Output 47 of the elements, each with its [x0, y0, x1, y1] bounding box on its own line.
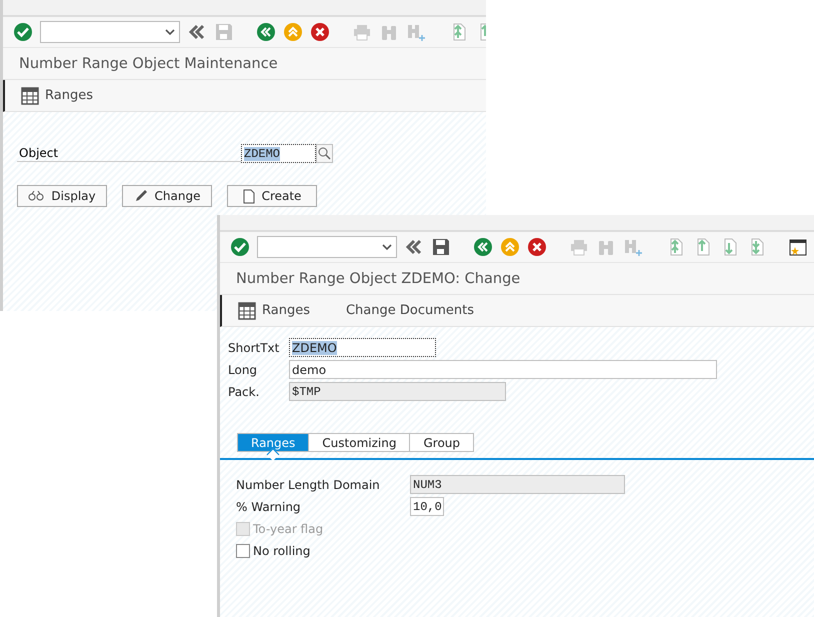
up-icon[interactable]: [283, 22, 303, 42]
back-icon[interactable]: [256, 22, 276, 42]
table-icon: [238, 302, 256, 320]
object-field[interactable]: ZDEMO: [241, 144, 316, 163]
toolbar-button[interactable]: Ranges: [21, 86, 93, 104]
field-label: ShortTxt: [228, 340, 280, 354]
field-label: Pack.: [228, 384, 260, 398]
printer-icon[interactable]: [569, 237, 589, 257]
back-icon[interactable]: [473, 237, 493, 257]
push-button[interactable]: Display: [17, 185, 107, 207]
binoculars-plus-icon[interactable]: [623, 237, 643, 257]
input-field[interactable]: demo: [289, 360, 717, 379]
pencil-icon: [134, 189, 148, 203]
new-window-icon[interactable]: [788, 237, 808, 257]
toolbar-button[interactable]: Change Documents: [346, 303, 474, 318]
command-field[interactable]: [257, 236, 397, 258]
binoculars-plus-icon[interactable]: [406, 22, 426, 42]
field-label: Long: [228, 362, 258, 376]
toolbar-button[interactable]: Ranges: [238, 302, 310, 320]
search-help-button[interactable]: [316, 144, 333, 163]
tab[interactable]: Group: [409, 433, 474, 452]
document-icon: [242, 188, 255, 204]
field-label: Number Length Domain: [236, 478, 381, 492]
checkbox[interactable]: No rolling: [236, 541, 310, 560]
check-icon[interactable]: [230, 237, 250, 257]
screen-title: Number Range Object Maintenance: [3, 48, 486, 80]
double-chevron-icon[interactable]: [187, 22, 207, 42]
save-icon[interactable]: [431, 237, 451, 257]
chevron-down-icon: [165, 29, 175, 35]
cancel-icon[interactable]: [527, 237, 547, 257]
tab[interactable]: Customizing: [308, 433, 410, 452]
input-field[interactable]: 10,0: [410, 497, 444, 516]
cancel-icon[interactable]: [310, 22, 330, 42]
input-field[interactable]: ZDEMO: [289, 338, 436, 357]
glasses-icon: [28, 191, 44, 201]
table-icon: [21, 86, 39, 104]
printer-icon[interactable]: [352, 22, 372, 42]
check-icon[interactable]: [13, 22, 33, 42]
field-label: % Warning: [236, 500, 302, 514]
push-button[interactable]: Change: [122, 185, 212, 207]
push-button[interactable]: Create: [227, 185, 317, 207]
chevron-down-icon: [382, 244, 392, 250]
double-chevron-icon[interactable]: [404, 237, 424, 257]
command-field[interactable]: [40, 21, 180, 43]
up-icon[interactable]: [500, 237, 520, 257]
screen-title: Number Range Object ZDEMO: Change: [220, 263, 814, 295]
field-label: Object: [17, 146, 241, 162]
